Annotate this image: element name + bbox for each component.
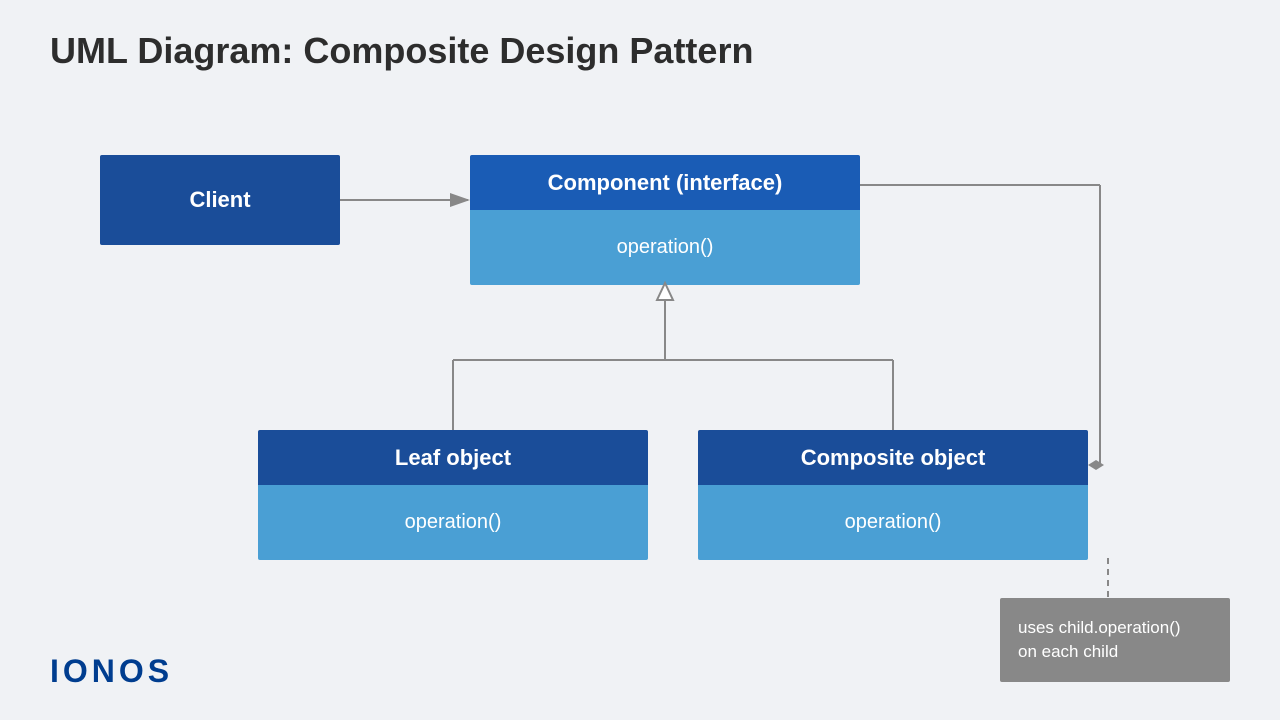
component-header: Component (interface) [470,155,860,210]
ionos-logo: IONOS [50,653,173,690]
composite-header: Composite object [698,430,1088,485]
page-title: UML Diagram: Composite Design Pattern [50,30,753,72]
composite-body: operation() [698,485,1088,560]
leaf-header: Leaf object [258,430,648,485]
client-box: Client [100,155,340,245]
leaf-body: operation() [258,485,648,560]
leaf-box: Leaf object operation() [258,430,648,560]
component-body: operation() [470,210,860,285]
client-header: Client [100,155,340,245]
diamond-marker [1088,460,1104,470]
inheritance-arrowhead [657,283,673,300]
tooltip-text: uses child.operation()on each child [1018,618,1181,661]
composite-box: Composite object operation() [698,430,1088,560]
tooltip: uses child.operation()on each child [1000,598,1230,682]
component-box: Component (interface) operation() [470,155,860,285]
